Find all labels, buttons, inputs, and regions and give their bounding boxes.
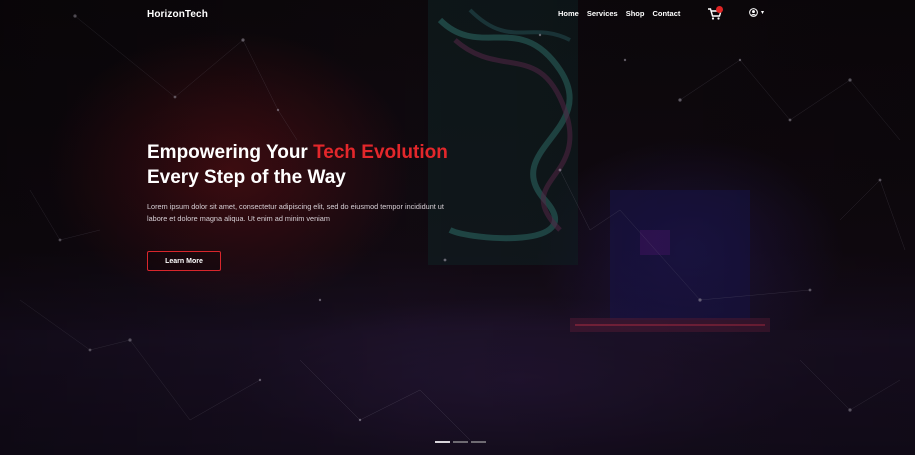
cart-badge [716,6,723,13]
user-menu-toggle[interactable]: ▾ [749,8,764,17]
hero-description: Lorem ipsum dolor sit amet, consectetur … [147,202,444,223]
slide-indicator-2[interactable] [453,441,468,443]
overlay-shade [0,0,915,455]
cart-button[interactable] [708,6,724,21]
headline-accent: Tech Evolution [313,142,448,163]
brand-logo[interactable]: HorizonTech [147,9,208,20]
slider-indicators [435,441,486,443]
nav-link-services[interactable]: Services [587,9,618,18]
nav-link-shop[interactable]: Shop [626,9,645,18]
headline-part1: Empowering Your [147,142,314,163]
learn-more-button[interactable]: Learn More [147,251,221,271]
hero-section: HorizonTech Home Services Shop Contact ▾ [0,0,915,455]
nav-link-home[interactable]: Home [558,9,579,18]
headline-line2: Every Step of the Way [147,167,346,188]
hero-headline: Empowering Your Tech Evolution Every Ste… [147,140,487,190]
slide-indicator-1[interactable] [435,441,450,443]
slide-indicator-3[interactable] [471,441,486,443]
top-navbar: HorizonTech Home Services Shop Contact ▾ [0,0,915,30]
user-circle-icon [749,8,758,17]
nav-menu: Home Services Shop Contact [558,9,680,18]
chevron-down-icon: ▾ [761,10,765,16]
nav-link-contact[interactable]: Contact [652,9,680,18]
